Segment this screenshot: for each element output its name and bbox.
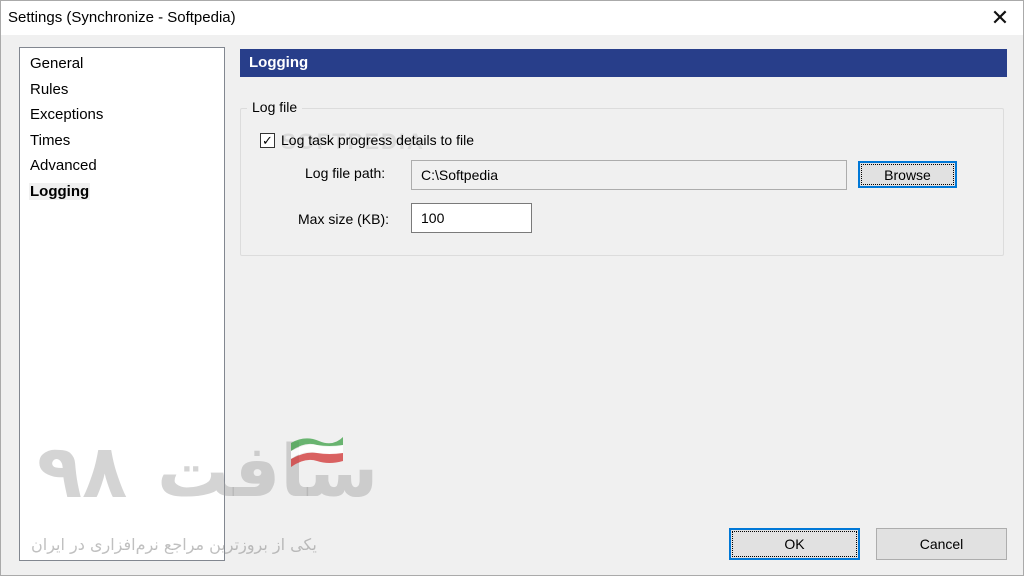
- log-file-path-field[interactable]: C:\Softpedia: [411, 160, 847, 190]
- max-size-input[interactable]: 100: [411, 203, 532, 233]
- watermark-brand: سافت: [157, 429, 379, 513]
- close-icon: ✕: [990, 5, 1010, 30]
- ok-button[interactable]: OK: [729, 528, 860, 560]
- ok-button-label: OK: [784, 536, 805, 552]
- cancel-button[interactable]: Cancel: [876, 528, 1007, 560]
- browse-button[interactable]: Browse: [858, 161, 957, 188]
- watermark-tagline: یکی از بروزترین مراجع نرم‌افزاری در ایرا…: [31, 535, 317, 554]
- log-progress-checkbox-row[interactable]: ✓ Log task progress details to file: [260, 132, 474, 148]
- watermark-number: ۹۸: [37, 429, 128, 515]
- close-button[interactable]: ✕: [977, 1, 1023, 35]
- title-bar: Settings (Synchronize - Softpedia) ✕: [1, 1, 1023, 35]
- nav-item-advanced[interactable]: Advanced: [20, 154, 224, 180]
- nav-item-rules[interactable]: Rules: [20, 78, 224, 104]
- flag-icon: [291, 437, 343, 467]
- window-title: Settings (Synchronize - Softpedia): [8, 9, 236, 26]
- cancel-button-label: Cancel: [919, 536, 964, 552]
- max-size-label: Max size (KB):: [298, 211, 390, 227]
- log-file-group-title: Log file: [247, 99, 303, 115]
- nav-item-logging[interactable]: Logging: [20, 180, 224, 206]
- section-header: Logging: [240, 49, 1007, 77]
- log-file-path-label: Log file path:: [305, 165, 386, 181]
- nav-item-general[interactable]: General: [20, 52, 224, 78]
- checkmark-icon: ✓: [262, 132, 273, 148]
- soft98-watermark-logo: ۹۸ سافت یکی از بروزترین مراجع نرم‌افزاری…: [27, 429, 387, 564]
- nav-item-times[interactable]: Times: [20, 129, 224, 155]
- settings-window: Settings (Synchronize - Softpedia) ✕ Gen…: [0, 0, 1024, 576]
- log-progress-checkbox[interactable]: ✓: [260, 132, 275, 148]
- nav-item-exceptions[interactable]: Exceptions: [20, 103, 224, 129]
- browse-button-label: Browse: [884, 166, 931, 183]
- log-progress-checkbox-label: Log task progress details to file: [281, 132, 474, 148]
